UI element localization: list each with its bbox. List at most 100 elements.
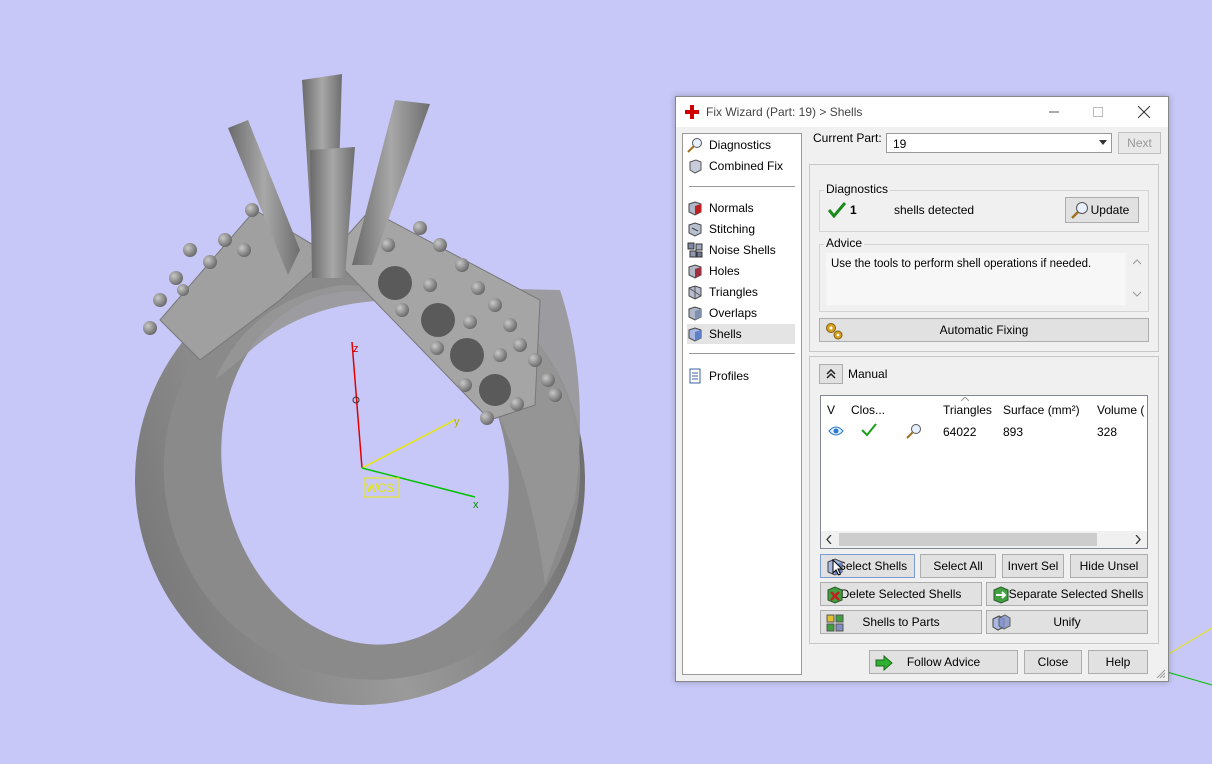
- cell-volume: 328: [1097, 425, 1118, 439]
- nav-item-noise-shells[interactable]: Noise Shells: [687, 240, 795, 260]
- current-part-label: Current Part:: [813, 131, 882, 145]
- column-header-surface[interactable]: Surface (mm²): [1003, 403, 1080, 417]
- nav-item-label: Diagnostics: [709, 138, 772, 152]
- magnifier-icon[interactable]: [905, 422, 923, 440]
- sort-indicator-icon: [961, 397, 969, 402]
- cube-icon: [689, 159, 702, 174]
- hide-unselected-button[interactable]: Hide Unsel: [1070, 554, 1148, 578]
- title-bar: Fix Wizard (Part: 19) > Shells: [676, 97, 1168, 127]
- shells-to-parts-icon: [826, 614, 844, 632]
- triangles-icon: [688, 285, 702, 300]
- minimize-button[interactable]: [1032, 97, 1076, 127]
- collapse-manual-button[interactable]: [819, 364, 843, 384]
- nav-item-overlaps[interactable]: Overlaps: [687, 303, 795, 323]
- separate-shell-icon: [993, 586, 1009, 604]
- normals-cube-icon: [688, 201, 702, 216]
- nav-item-shells[interactable]: Shells: [687, 324, 795, 344]
- shells-to-parts-button[interactable]: Shells to Parts: [820, 610, 982, 634]
- unify-label: Unify: [1053, 615, 1081, 629]
- checkmark-icon: [828, 202, 846, 218]
- nav-item-stitching[interactable]: Stitching: [687, 219, 795, 239]
- checkmark-icon: [861, 423, 877, 437]
- automatic-panel: Diagnostics 1 shells detected Update Adv…: [809, 164, 1159, 352]
- holes-cube-icon: [688, 264, 702, 279]
- diagnostics-title: Diagnostics: [824, 182, 891, 196]
- next-button[interactable]: Next: [1118, 132, 1161, 154]
- column-header-volume[interactable]: Volume (: [1097, 403, 1144, 417]
- chevron-right-icon[interactable]: [1135, 535, 1141, 544]
- nav-divider: [689, 353, 795, 354]
- eye-icon[interactable]: [828, 425, 844, 437]
- follow-advice-button[interactable]: Follow Advice: [869, 650, 1018, 674]
- shells-table[interactable]: V Clos... Triangles Surface (mm²) Volume…: [820, 395, 1148, 549]
- maximize-button[interactable]: [1076, 97, 1120, 127]
- nav-item-label: Overlaps: [709, 306, 758, 320]
- unify-button[interactable]: Unify: [986, 610, 1148, 634]
- green-arrow-icon: [875, 654, 893, 672]
- column-header-closed[interactable]: Clos...: [851, 403, 885, 417]
- select-shells-label: Select Shells: [837, 559, 908, 573]
- help-button[interactable]: Help: [1088, 650, 1148, 674]
- delete-shell-icon: [827, 586, 843, 604]
- advice-textbox: Use the tools to perform shell operation…: [826, 253, 1126, 305]
- nav-item-label: Shells: [709, 327, 742, 341]
- nav-item-diagnostics[interactable]: Diagnostics: [687, 135, 795, 155]
- nav-item-profiles[interactable]: Profiles: [687, 366, 795, 386]
- magnifier-icon: [687, 138, 702, 153]
- scrollbar-thumb[interactable]: [839, 533, 1097, 546]
- stitching-cube-icon: [688, 222, 702, 237]
- minimize-icon: [1049, 111, 1059, 113]
- separate-selected-shells-button[interactable]: Separate Selected Shells: [986, 582, 1148, 606]
- magnifier-icon: [1071, 202, 1088, 219]
- close-icon: [1138, 106, 1150, 118]
- nav-item-label: Profiles: [709, 369, 750, 383]
- noise-shells-icon: [687, 242, 703, 258]
- column-header-visible[interactable]: V: [827, 403, 835, 417]
- invert-selection-button[interactable]: Invert Sel: [1002, 554, 1064, 578]
- nav-item-label: Combined Fix: [709, 159, 784, 173]
- shell-count: 1: [850, 203, 857, 217]
- delete-selected-shells-button[interactable]: Delete Selected Shells: [820, 582, 982, 606]
- nav-item-triangles[interactable]: Triangles: [687, 282, 795, 302]
- current-part-select[interactable]: 19: [886, 133, 1112, 153]
- chevron-left-icon[interactable]: [826, 535, 832, 544]
- update-button[interactable]: Update: [1065, 197, 1139, 223]
- automatic-fixing-label: Automatic Fixing: [939, 323, 1029, 337]
- maximize-icon: [1093, 107, 1103, 117]
- close-button[interactable]: Close: [1024, 650, 1082, 674]
- diagnostics-group: Diagnostics 1 shells detected Update: [819, 182, 1149, 232]
- close-window-button[interactable]: [1122, 97, 1166, 127]
- nav-item-combined-fix[interactable]: Combined Fix: [687, 156, 795, 176]
- axis-z-label: z: [353, 343, 359, 355]
- shells-cube-icon: [688, 327, 702, 342]
- select-all-button[interactable]: Select All: [920, 554, 996, 578]
- chevron-up-icon: [1133, 259, 1141, 265]
- advice-scrollbar[interactable]: [1130, 253, 1144, 305]
- overlaps-cube-icon: [688, 306, 702, 321]
- resize-grip-icon[interactable]: [1156, 669, 1166, 679]
- nav-item-label: Triangles: [709, 285, 758, 299]
- chevron-down-icon: [1099, 140, 1107, 145]
- nav-item-label: Noise Shells: [709, 243, 776, 257]
- update-label: Update: [1090, 203, 1130, 217]
- nav-item-label: Holes: [709, 264, 740, 278]
- wcs-label: WCS: [366, 481, 394, 495]
- nav-item-label: Normals: [709, 201, 754, 215]
- current-part-value: 19: [893, 137, 907, 151]
- axis-x-label: x: [473, 499, 479, 511]
- automatic-fixing-button[interactable]: Automatic Fixing: [819, 318, 1149, 342]
- table-horizontal-scrollbar[interactable]: [821, 531, 1147, 548]
- separate-selected-shells-label: Separate Selected Shells: [1008, 587, 1144, 601]
- document-icon: [689, 368, 701, 384]
- nav-item-normals[interactable]: Normals: [687, 198, 795, 218]
- mouse-cursor-icon: [832, 559, 844, 576]
- cell-surface: 893: [1003, 425, 1024, 439]
- nav-divider: [689, 186, 795, 187]
- chevron-down-icon: [1133, 291, 1141, 297]
- cell-triangles: 64022: [943, 425, 977, 439]
- nav-item-holes[interactable]: Holes: [687, 261, 795, 281]
- wizard-nav: Diagnostics Combined Fix Normals Stitchi…: [682, 133, 802, 675]
- unify-icon: [992, 614, 1011, 631]
- fix-wizard-dialog: Fix Wizard (Part: 19) > Shells Diagnosti…: [675, 96, 1169, 682]
- column-header-triangles[interactable]: Triangles: [943, 403, 992, 417]
